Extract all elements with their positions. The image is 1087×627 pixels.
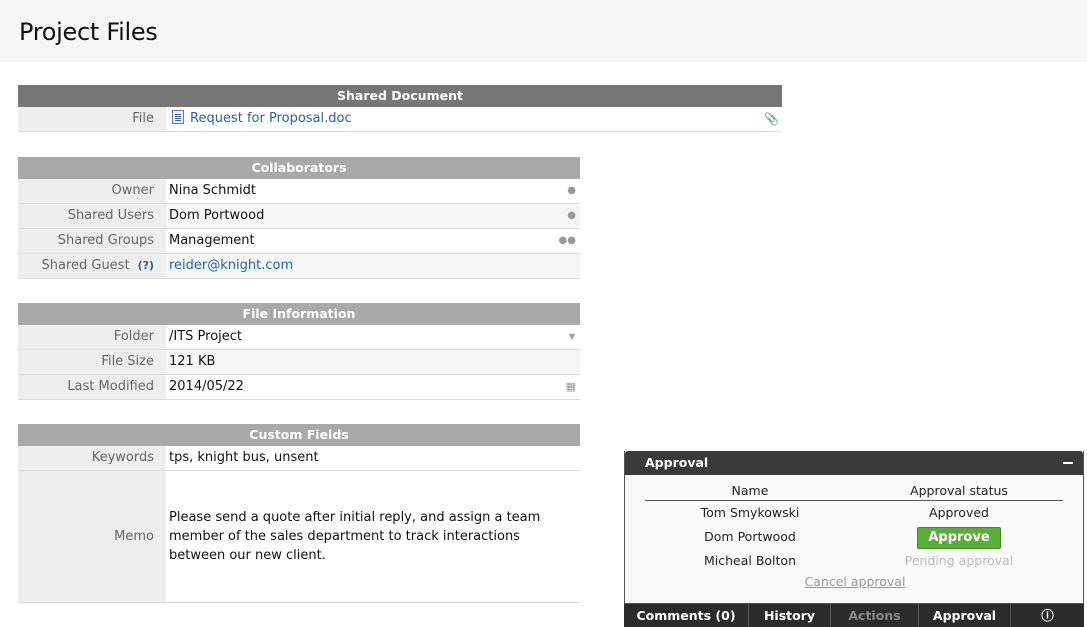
table-row: Dom Portwood Approve: [645, 525, 1063, 549]
file-size-value: 121 KB: [169, 354, 216, 369]
help-link[interactable]: (?): [138, 259, 154, 272]
field-value: 121 KB: [166, 350, 580, 374]
field-label: Shared Groups: [18, 229, 166, 253]
approval-widget: Approval Name Approval status Tom Smykow…: [624, 451, 1084, 604]
shared-user-name: Dom Portwood: [169, 208, 265, 223]
approval-status: Approve: [855, 525, 1063, 549]
last-modified-value: 2014/05/22: [169, 379, 244, 394]
shared-guest-label: Shared Guest: [41, 258, 130, 273]
owner-name: Nina Schmidt: [169, 183, 256, 198]
table-header: Name Approval status: [645, 481, 1063, 501]
shared-groups-row: Shared Groups Management ●●: [18, 229, 580, 254]
folder-row: Folder /ITS Project ▼: [18, 325, 580, 350]
top-bar: [0, 0, 1087, 62]
file-size-row: File Size 121 KB: [18, 350, 580, 375]
approver-name: Micheal Bolton: [703, 553, 797, 568]
shared-users-row: Shared Users Dom Portwood ●: [18, 204, 580, 229]
approval-status: Pending approval: [904, 553, 1014, 568]
field-value: reider@knight.com: [166, 254, 580, 278]
paperclip-icon[interactable]: 📎: [764, 107, 779, 131]
field-value: Nina Schmidt ●: [166, 179, 580, 203]
bottom-tab-bar: Comments (0) History Actions Approval ⓘ: [624, 604, 1084, 627]
folder-select[interactable]: /ITS Project ▼: [166, 325, 580, 349]
word-doc-icon: [172, 110, 184, 124]
shared-guest-row: Shared Guest (?) reider@knight.com: [18, 254, 580, 279]
approver-name: Dom Portwood: [704, 529, 796, 544]
memo-row: Memo Please send a quote after initial r…: [18, 471, 580, 603]
approve-button[interactable]: Approve: [917, 527, 1001, 549]
approval-status: Approved: [929, 505, 989, 520]
tab-actions[interactable]: Actions: [831, 604, 919, 627]
page-title: Project Files: [19, 18, 158, 46]
table-row: Tom Smykowski Approved: [645, 501, 1063, 525]
file-information-panel: File Information Folder /ITS Project ▼ F…: [18, 303, 580, 400]
cancel-approval-link[interactable]: Cancel approval: [625, 574, 1085, 589]
field-label: File Size: [18, 350, 166, 374]
custom-fields-panel: Custom Fields Keywords tps, knight bus, …: [18, 424, 580, 603]
collaborators-panel: Collaborators Owner Nina Schmidt ● Share…: [18, 157, 580, 279]
owner-row: Owner Nina Schmidt ●: [18, 179, 580, 204]
panel-header: Custom Fields: [18, 424, 580, 446]
approver-name: Tom Smykowski: [700, 505, 800, 520]
field-value: Management ●●: [166, 229, 580, 253]
field-label: Shared Users: [18, 204, 166, 228]
info-icon[interactable]: ⓘ: [1011, 604, 1084, 627]
approval-table: Name Approval status Tom Smykowski Appro…: [645, 481, 1063, 573]
field-label: Memo: [18, 471, 166, 602]
field-label: Shared Guest (?): [18, 254, 166, 278]
field-label: Last Modified: [18, 375, 166, 399]
user-icon[interactable]: ●: [567, 179, 576, 203]
table-row: Micheal Bolton Pending approval: [645, 549, 1063, 573]
calendar-icon[interactable]: ▦: [566, 375, 576, 399]
field-label: File: [18, 107, 166, 131]
col-status-header: Approval status: [910, 483, 1008, 498]
field-label: Owner: [18, 179, 166, 203]
approval-title: Approval: [645, 455, 709, 470]
keywords-value: tps, knight bus, unsent: [169, 450, 319, 465]
approval-header: Approval: [625, 451, 1083, 475]
panel-header: File Information: [18, 303, 580, 325]
user-icon[interactable]: ●: [567, 204, 576, 228]
file-link[interactable]: Request for Proposal.doc: [190, 111, 352, 126]
tab-history[interactable]: History: [749, 604, 831, 627]
folder-value: /ITS Project: [169, 329, 243, 344]
field-label: Keywords: [18, 446, 166, 470]
panel-header: Shared Document: [18, 85, 782, 107]
tab-comments[interactable]: Comments (0): [624, 604, 749, 627]
memo-value: Please send a quote after initial reply,…: [169, 510, 541, 563]
keywords-row: Keywords tps, knight bus, unsent: [18, 446, 580, 471]
field-value: 2014/05/22 ▦: [166, 375, 580, 399]
field-label: Folder: [18, 325, 166, 349]
group-icon[interactable]: ●●: [559, 229, 576, 253]
group-name: Management: [169, 233, 255, 248]
field-value: Request for Proposal.doc 📎: [166, 107, 782, 131]
field-value: Dom Portwood ●: [166, 204, 580, 228]
tab-approval[interactable]: Approval: [919, 604, 1011, 627]
panel-header: Collaborators: [18, 157, 580, 179]
last-modified-row: Last Modified 2014/05/22 ▦: [18, 375, 580, 400]
shared-document-panel: Shared Document File Request for Proposa…: [18, 85, 782, 132]
caret-down-icon[interactable]: ▼: [569, 325, 575, 349]
col-name-header: Name: [731, 483, 769, 498]
file-row: File Request for Proposal.doc 📎: [18, 107, 782, 132]
minimize-icon[interactable]: [1063, 462, 1073, 464]
guest-email-link[interactable]: reider@knight.com: [169, 258, 293, 273]
